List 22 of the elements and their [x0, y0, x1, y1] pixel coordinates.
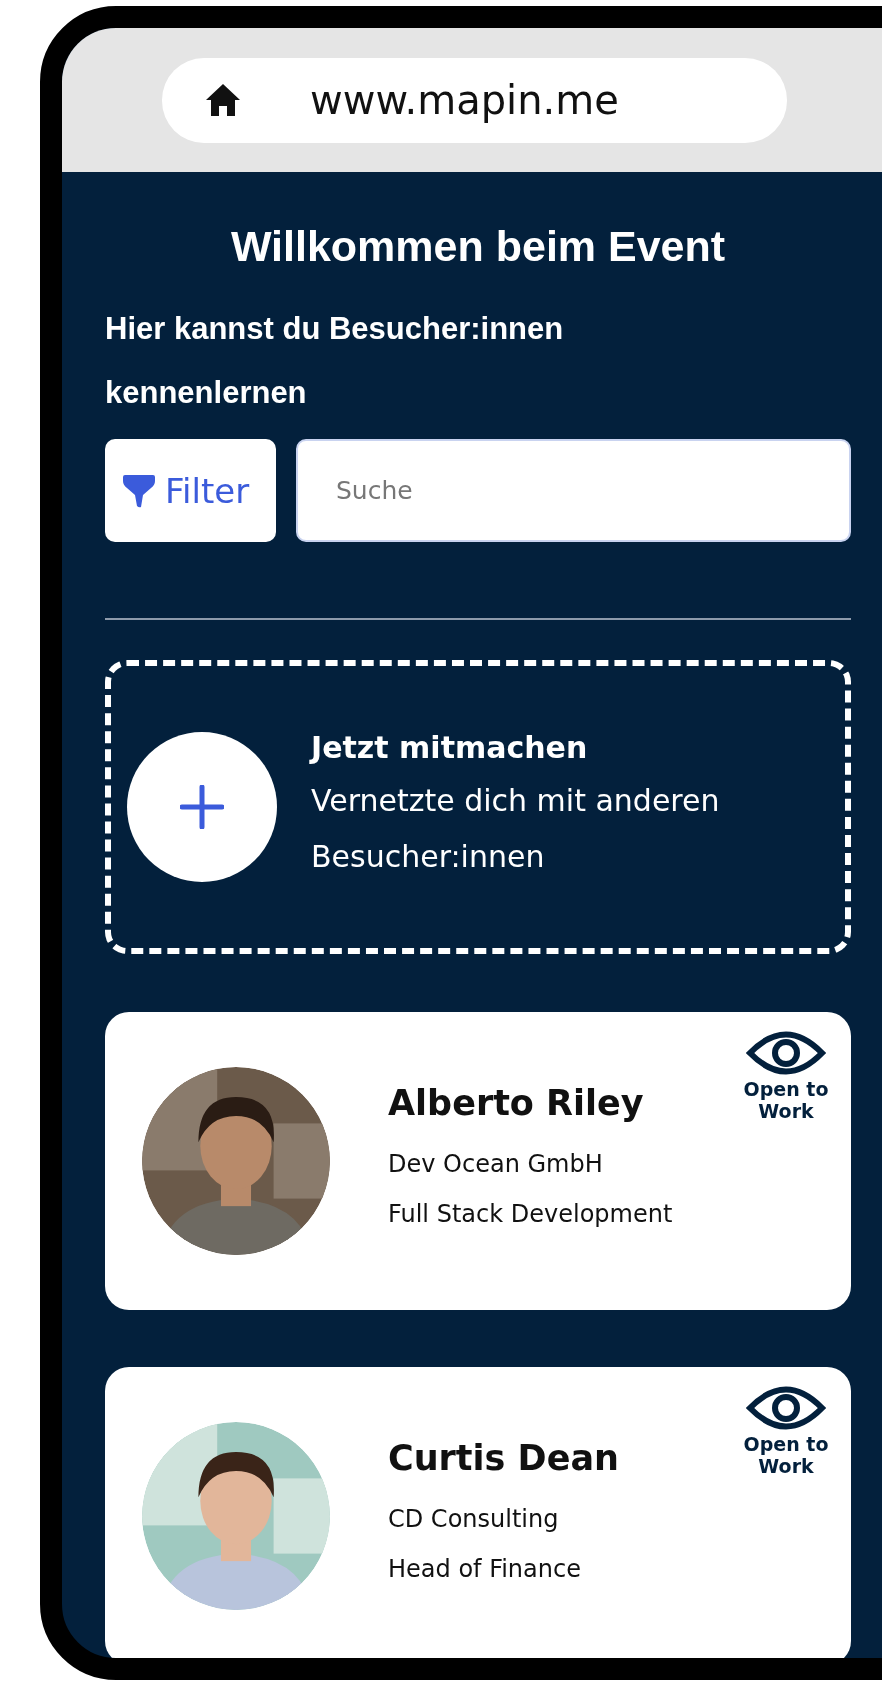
address-bar[interactable]: www.mapin.me — [162, 57, 787, 143]
company-name: Dev Ocean GmbH — [388, 1149, 604, 1180]
join-title: Jetzt mitmachen — [311, 729, 589, 765]
company-name: CD Consulting — [388, 1504, 560, 1535]
profile-card[interactable]: Curtis Dean CD Consulting Head of Finance Open to Work — [105, 1367, 851, 1658]
open-to-work-label: Open to Work — [742, 1078, 830, 1122]
join-card[interactable]: Jetzt mitmachen Vernetzte dich mit anderen Besucher:innen — [105, 660, 851, 954]
page-title: Willkommen beim Event — [229, 222, 727, 271]
job-role: Head of Finance — [388, 1554, 582, 1585]
search-field[interactable]: Suche — [296, 439, 851, 542]
person-name: Alberto Riley — [388, 1083, 645, 1123]
open-to-work-label: Open to Work — [742, 1433, 830, 1477]
person-name: Curtis Dean — [388, 1438, 619, 1478]
plus-icon — [180, 785, 224, 829]
join-text: Vernetzte dich mit anderen Besucher:innen — [311, 781, 721, 876]
filter-icon — [121, 472, 157, 509]
filter-button[interactable]: Filter — [105, 439, 276, 542]
page-subtitle: Hier kannst du Besucher:innen kennenlernen — [105, 310, 565, 412]
job-role: Full Stack Development — [388, 1199, 673, 1230]
profile-card[interactable]: Alberto Riley Dev Ocean GmbH Full Stack Development Open to Work — [105, 1012, 851, 1310]
home-icon[interactable] — [206, 84, 240, 116]
url-text: www.mapin.me — [310, 77, 619, 123]
